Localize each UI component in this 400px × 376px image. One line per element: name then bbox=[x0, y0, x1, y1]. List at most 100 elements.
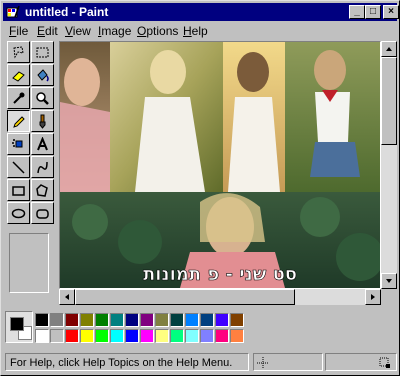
palette-color-swatch[interactable] bbox=[65, 313, 79, 327]
palette-color-swatch[interactable] bbox=[200, 313, 214, 327]
fill-with-color-tool[interactable] bbox=[31, 64, 54, 86]
status-selection-size bbox=[325, 353, 397, 371]
palette-color-swatch[interactable] bbox=[155, 329, 169, 343]
status-cursor-position bbox=[253, 353, 323, 371]
palette-color-swatch[interactable] bbox=[125, 313, 139, 327]
palette-color-swatch[interactable] bbox=[95, 313, 109, 327]
menu-edit-mnemonic: E bbox=[37, 24, 46, 38]
vertical-scrollbar[interactable] bbox=[381, 41, 397, 289]
menu-help-mnemonic: H bbox=[183, 24, 192, 38]
scroll-right-button[interactable] bbox=[365, 289, 381, 305]
palette-color-swatch[interactable] bbox=[80, 313, 94, 327]
palette-color-swatch[interactable] bbox=[140, 313, 154, 327]
palette-color-swatch[interactable] bbox=[185, 313, 199, 327]
cursor-position-icon bbox=[257, 357, 269, 369]
paint-bucket-icon bbox=[37, 68, 49, 82]
leaf-1 bbox=[72, 204, 108, 240]
canvas-image[interactable]: סט שני - פ תמונות bbox=[60, 42, 380, 288]
text-tool[interactable] bbox=[31, 133, 54, 155]
canvas-area[interactable]: סט שני - פ תמונות bbox=[59, 41, 381, 289]
scrollbar-corner bbox=[381, 289, 397, 305]
figure-body-1 bbox=[60, 102, 110, 192]
airbrush-tool[interactable] bbox=[7, 133, 30, 155]
menu-file[interactable]: File bbox=[9, 24, 28, 38]
pencil-icon bbox=[13, 115, 25, 128]
ellipse-tool[interactable] bbox=[7, 202, 30, 224]
scroll-up-button[interactable] bbox=[381, 41, 397, 57]
magnifier-icon bbox=[36, 91, 49, 105]
ellipse-icon bbox=[11, 208, 26, 218]
paint-app-icon bbox=[6, 5, 20, 18]
leaf-3 bbox=[300, 197, 340, 237]
vertical-scroll-thumb[interactable] bbox=[381, 57, 397, 145]
palette-color-swatch[interactable] bbox=[110, 329, 124, 343]
palette-color-swatch[interactable] bbox=[230, 313, 244, 327]
current-colors[interactable] bbox=[5, 311, 33, 343]
palette-color-swatch[interactable] bbox=[50, 313, 64, 327]
tool-options-box[interactable] bbox=[9, 233, 49, 293]
menu-edit[interactable]: Edit bbox=[37, 24, 58, 38]
figure-head-3 bbox=[237, 52, 269, 92]
line-icon bbox=[12, 160, 25, 174]
close-button[interactable]: × bbox=[383, 5, 399, 19]
figure-shirt-4 bbox=[315, 92, 350, 142]
palette-color-swatch[interactable] bbox=[215, 313, 229, 327]
palette-color-swatch[interactable] bbox=[170, 313, 184, 327]
palette-color-swatch[interactable] bbox=[200, 329, 214, 343]
select-tool[interactable] bbox=[31, 41, 54, 63]
menu-help[interactable]: Help bbox=[183, 24, 208, 38]
minimize-button[interactable]: _ bbox=[349, 5, 365, 19]
palette-color-swatch[interactable] bbox=[170, 329, 184, 343]
horizontal-scroll-thumb[interactable] bbox=[75, 289, 295, 305]
figure-face-1 bbox=[64, 58, 100, 106]
pick-color-tool[interactable] bbox=[7, 87, 30, 109]
palette-color-swatch[interactable] bbox=[80, 329, 94, 343]
rectangle-icon bbox=[12, 185, 25, 196]
figure-head-2 bbox=[150, 50, 186, 94]
rounded-rectangle-tool[interactable] bbox=[31, 202, 54, 224]
palette-color-swatch[interactable] bbox=[50, 329, 64, 343]
scroll-left-button[interactable] bbox=[59, 289, 75, 305]
curve-tool[interactable] bbox=[31, 156, 54, 178]
text-icon bbox=[37, 136, 48, 150]
scroll-down-button[interactable] bbox=[381, 273, 397, 289]
palette-color-swatch[interactable] bbox=[230, 329, 244, 343]
color-palette bbox=[5, 309, 397, 349]
maximize-button[interactable]: □ bbox=[365, 5, 381, 19]
menu-image-rest: mage bbox=[101, 24, 132, 38]
title-bar[interactable]: untitled - Paint _ □ × bbox=[3, 3, 399, 21]
palette-color-swatch[interactable] bbox=[110, 313, 124, 327]
palette-color-swatch[interactable] bbox=[185, 329, 199, 343]
palette-color-swatch[interactable] bbox=[125, 329, 139, 343]
menu-image[interactable]: Image bbox=[98, 24, 131, 38]
foreground-color-swatch[interactable] bbox=[10, 317, 24, 331]
palette-color-swatch[interactable] bbox=[140, 329, 154, 343]
pencil-tool[interactable] bbox=[7, 110, 30, 132]
select-icon bbox=[36, 47, 49, 57]
paint-window: untitled - Paint _ □ × File Edit View Im… bbox=[0, 0, 400, 376]
menu-options[interactable]: Options bbox=[137, 24, 178, 38]
palette-color-swatch[interactable] bbox=[95, 329, 109, 343]
horizontal-scrollbar[interactable] bbox=[59, 289, 381, 305]
free-form-select-tool[interactable] bbox=[7, 41, 30, 63]
line-tool[interactable] bbox=[7, 156, 30, 178]
polygon-tool[interactable] bbox=[31, 179, 54, 201]
palette-color-swatch[interactable] bbox=[65, 329, 79, 343]
arrow-left-icon bbox=[65, 294, 69, 300]
arrow-down-icon bbox=[386, 279, 392, 283]
palette-color-swatch[interactable] bbox=[35, 329, 49, 343]
palette-color-swatch[interactable] bbox=[35, 313, 49, 327]
menu-options-rest: ptions bbox=[146, 24, 179, 38]
rectangle-tool[interactable] bbox=[7, 179, 30, 201]
airbrush-icon bbox=[12, 138, 23, 147]
palette-color-swatch[interactable] bbox=[155, 313, 169, 327]
polygon-icon bbox=[36, 183, 48, 197]
menu-view[interactable]: View bbox=[65, 24, 91, 38]
overlay-caption: סט שני - פ תמונות bbox=[143, 264, 297, 285]
palette-color-swatch[interactable] bbox=[215, 329, 229, 343]
magnifier-tool[interactable] bbox=[31, 87, 54, 109]
eraser-tool[interactable] bbox=[7, 64, 30, 86]
brush-tool[interactable] bbox=[31, 110, 54, 132]
menu-bar: File Edit View Image Options Help bbox=[3, 22, 397, 40]
eraser-icon bbox=[12, 70, 25, 82]
